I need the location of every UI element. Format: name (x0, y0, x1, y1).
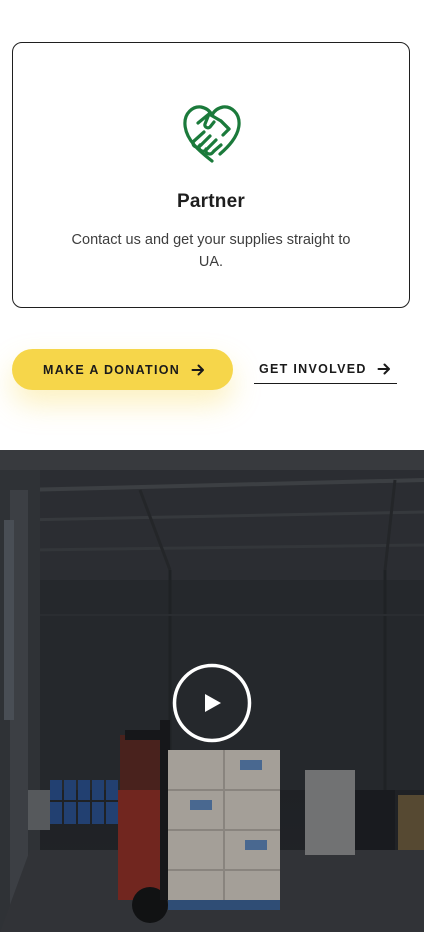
make-donation-button[interactable]: MAKE A DONATION (12, 349, 233, 390)
arrow-right-icon (191, 364, 204, 375)
involved-label: GET INVOLVED (259, 361, 367, 376)
video-player[interactable] (0, 450, 424, 932)
card-description: Contact us and get your supplies straigh… (71, 232, 351, 270)
donate-label: MAKE A DONATION (43, 362, 181, 377)
play-icon[interactable] (172, 663, 252, 743)
partner-card: Partner Contact us and get your supplies… (12, 42, 410, 308)
arrow-right-icon (377, 363, 390, 374)
handshake-heart-icon (183, 105, 241, 163)
card-title: Partner (177, 191, 245, 212)
get-involved-link[interactable]: GET INVOLVED (254, 356, 397, 384)
